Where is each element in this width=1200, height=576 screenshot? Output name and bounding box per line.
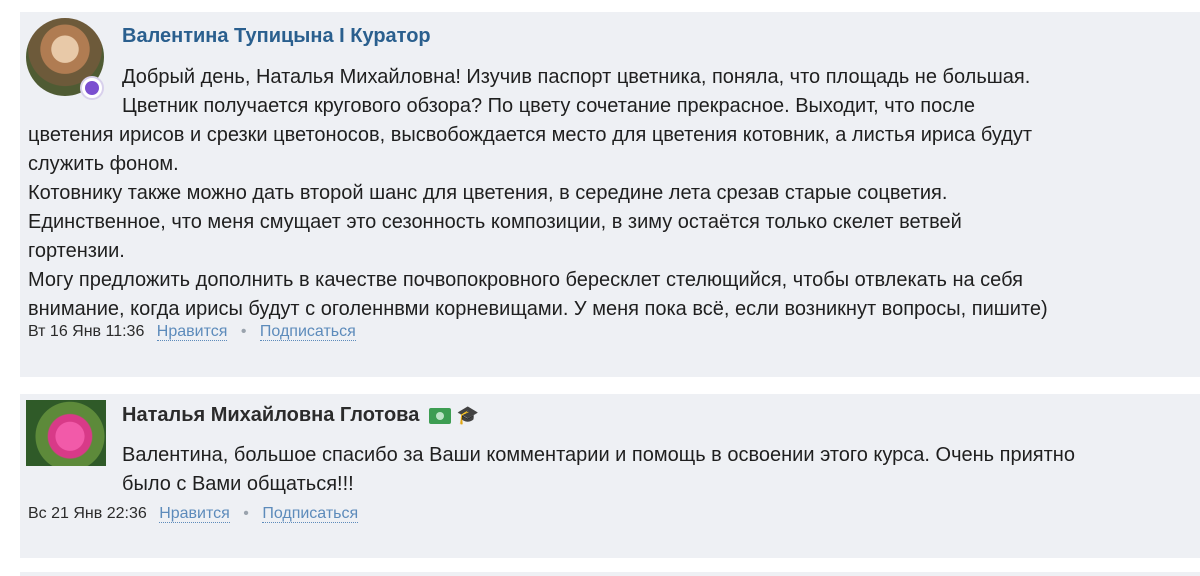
subscribe-link[interactable]: Подписаться: [262, 505, 359, 523]
comment-date[interactable]: Вс 21 Янв 22:36: [28, 505, 147, 522]
comment-card: Наталья Михайловна Глотова 🎓 Валентина, …: [20, 394, 1200, 558]
curator-badge-icon: [80, 76, 104, 100]
like-link[interactable]: Нравится: [159, 505, 230, 523]
money-icon: [428, 407, 451, 424]
graduation-cap-icon: 🎓: [456, 405, 479, 426]
comment-date[interactable]: Вт 16 Янв 11:36: [28, 323, 144, 340]
comment-line: Добрый день, Наталья Михайловна! Изучив …: [122, 66, 1031, 88]
avatar[interactable]: [26, 18, 104, 100]
comment-line: Цветник получается кругового обзора? По …: [122, 95, 976, 117]
comment-meta: Вс 21 Янв 22:36 Нравится • Подписаться: [28, 505, 359, 523]
comment-author-name: Наталья Михайловна Глотова: [122, 404, 420, 426]
comment-line: Валентина, большое спасибо за Ваши комме…: [122, 444, 1075, 466]
author-badges: 🎓: [428, 404, 479, 427]
comment-line: служить фоном.: [28, 153, 179, 175]
avatar[interactable]: [26, 400, 106, 466]
subscribe-link[interactable]: Подписаться: [259, 323, 356, 341]
comment-line: внимание, когда ирисы будут с оголеннвми…: [28, 298, 1048, 320]
comment-line: Котовнику также можно дать второй шанс д…: [28, 182, 948, 204]
comment-text: Добрый день, Наталья Михайловна! Изучив …: [28, 63, 1048, 324]
comment-author[interactable]: Наталья Михайловна Глотова 🎓: [122, 404, 479, 427]
like-link[interactable]: Нравится: [156, 323, 228, 341]
separator-dot: •: [243, 505, 249, 522]
comment-line: Единственное, что меня смущает это сезон…: [28, 211, 962, 233]
next-comment-edge: [20, 572, 1200, 576]
comment-line: было с Вами общаться!!!: [122, 473, 354, 495]
comment-line: гортензии.: [28, 240, 125, 262]
comment-text: Валентина, большое спасибо за Ваши комме…: [122, 441, 1075, 499]
comment-meta: Вт 16 Янв 11:36 Нравится • Подписаться: [28, 323, 356, 341]
comment-line: цветения ирисов и срезки цветоносов, выс…: [28, 124, 1033, 146]
comment-card: Валентина Тупицына I Куратор Добрый день…: [20, 12, 1200, 377]
comment-author[interactable]: Валентина Тупицына I Куратор: [122, 25, 431, 48]
separator-dot: •: [240, 323, 247, 340]
comment-line: Могу предложить дополнить в качестве поч…: [28, 269, 1023, 291]
